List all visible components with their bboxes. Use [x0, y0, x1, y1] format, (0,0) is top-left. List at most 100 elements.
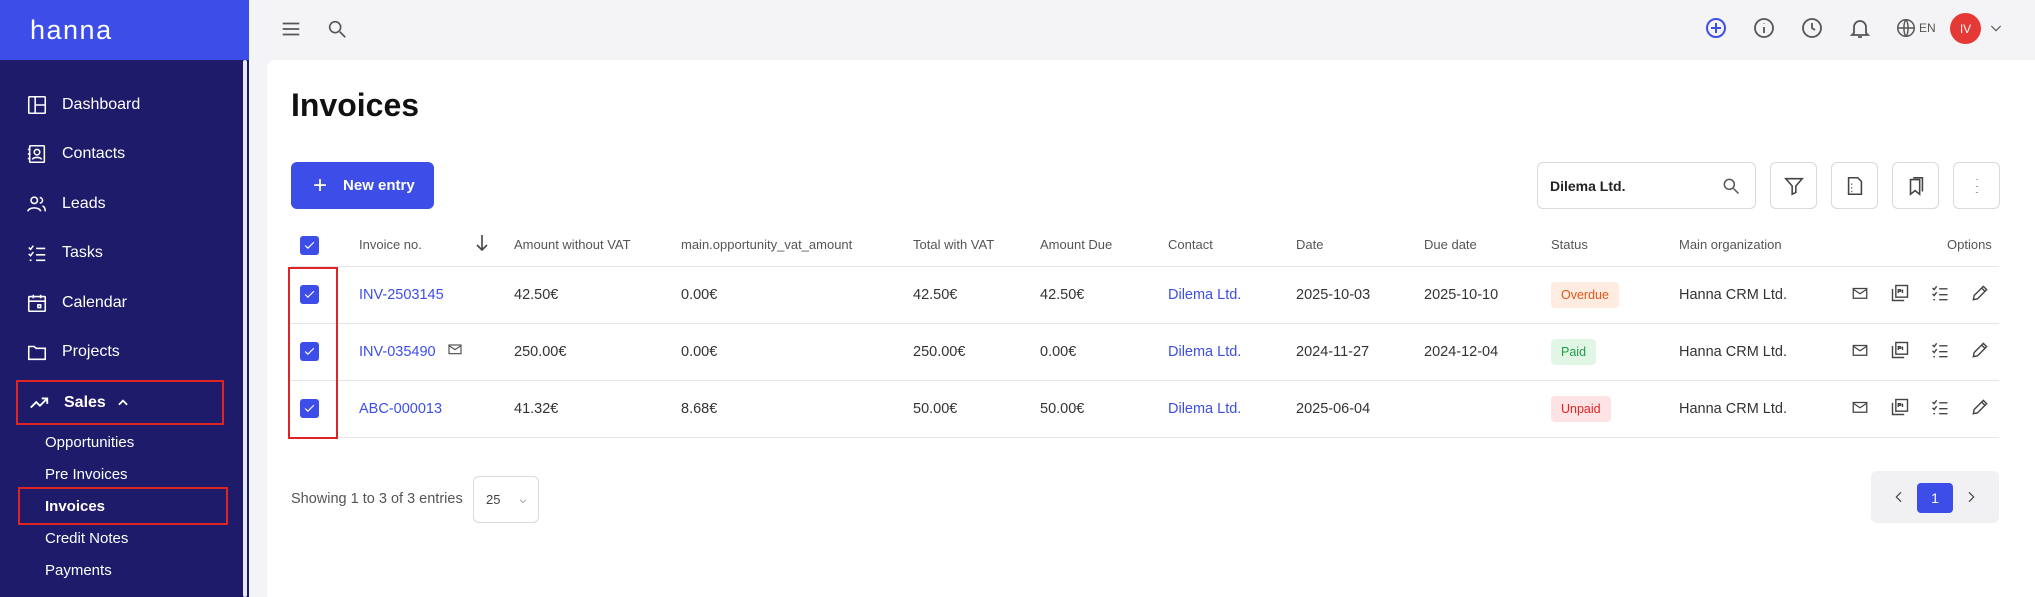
- more-options-button[interactable]: [1953, 162, 2000, 209]
- vat-amount: 0.00€: [681, 344, 718, 360]
- per-page-value: 25: [486, 492, 501, 507]
- checklist-icon[interactable]: [1920, 340, 1960, 360]
- sidebar-subitem-pre-invoices[interactable]: Pre Invoices: [45, 466, 128, 483]
- status-badge: Paid: [1551, 339, 1597, 365]
- invoice-number-link[interactable]: ABC-000013: [359, 401, 442, 417]
- sidebar-subitem-opportunities[interactable]: Opportunities: [45, 434, 134, 451]
- file-icon: [1844, 175, 1866, 197]
- vat-amount: 8.68€: [681, 401, 718, 417]
- header-due-date[interactable]: Due date: [1424, 237, 1477, 252]
- edit-icon[interactable]: [1960, 340, 2000, 360]
- menu-icon[interactable]: [280, 18, 302, 40]
- amount-due: 50.00€: [1040, 401, 1085, 417]
- invoices-highlight: [18, 487, 228, 525]
- select-all-checkbox[interactable]: [300, 236, 319, 255]
- add-circle-icon[interactable]: [1704, 16, 1728, 40]
- pdf-icon[interactable]: [1880, 283, 1920, 303]
- clock-icon[interactable]: [1800, 16, 1824, 40]
- avatar[interactable]: IV: [1950, 13, 1981, 44]
- bookmarks-icon: [1905, 175, 1927, 197]
- edit-icon[interactable]: [1960, 397, 2000, 417]
- sidebar-item-leads[interactable]: Leads: [0, 179, 240, 229]
- sidebar-item-sales[interactable]: Sales: [16, 380, 224, 425]
- contact-link[interactable]: Dilema Ltd.: [1168, 344, 1241, 360]
- row-actions: [1840, 340, 2000, 360]
- search-input[interactable]: Dilema Ltd.: [1537, 162, 1756, 209]
- row-actions: [1840, 397, 2000, 417]
- export-button[interactable]: [1831, 162, 1878, 209]
- page-button-current[interactable]: 1: [1917, 483, 1953, 513]
- language-switch[interactable]: EN: [1895, 17, 1936, 39]
- checklist-icon[interactable]: [1920, 283, 1960, 303]
- sidebar-item-contacts[interactable]: Contacts: [0, 130, 240, 180]
- vat-amount: 0.00€: [681, 287, 718, 303]
- sidebar-item-label: Dashboard: [62, 95, 141, 113]
- search-value: Dilema Ltd.: [1550, 177, 1626, 194]
- filter-button[interactable]: [1770, 162, 1817, 209]
- amount-without-vat: 42.50€: [514, 287, 559, 303]
- new-entry-label: New entry: [343, 177, 415, 194]
- mail-icon[interactable]: [1840, 397, 1880, 417]
- globe-icon: [1895, 17, 1917, 39]
- info-icon[interactable]: [1752, 16, 1776, 40]
- table-row[interactable]: INV-035490 250.00€ 0.00€ 250.00€ 0.00€ D…: [291, 324, 1999, 381]
- total-with-vat: 250.00€: [913, 344, 966, 360]
- sidebar-item-calendar[interactable]: Calendar: [0, 278, 240, 328]
- mail-icon[interactable]: [1840, 340, 1880, 360]
- search-icon[interactable]: [326, 18, 348, 40]
- pdf-icon[interactable]: [1880, 340, 1920, 360]
- mail-icon[interactable]: [1840, 283, 1880, 303]
- leads-icon: [26, 193, 48, 215]
- brand-logo[interactable]: hanna: [0, 0, 249, 60]
- header-amount-without-vat[interactable]: Amount without VAT: [514, 237, 631, 252]
- amount-without-vat: 41.32€: [514, 401, 559, 417]
- sidebar-item-projects[interactable]: Projects: [0, 328, 240, 378]
- sidebar-subitem-payments[interactable]: Payments: [45, 562, 112, 579]
- table-row[interactable]: INV-2503145 42.50€ 0.00€ 42.50€ 42.50€ D…: [291, 267, 1999, 324]
- sidebar-item-dashboard[interactable]: Dashboard: [0, 80, 240, 130]
- new-entry-button[interactable]: + New entry: [291, 162, 434, 209]
- per-page-select[interactable]: 25: [473, 476, 539, 523]
- pdf-icon[interactable]: [1880, 397, 1920, 417]
- pagination: 1: [1871, 471, 1999, 523]
- prev-page-icon[interactable]: [1891, 488, 1907, 511]
- contact-link[interactable]: Dilema Ltd.: [1168, 401, 1241, 417]
- sidebar-scrollbar[interactable]: [243, 60, 247, 597]
- sort-desc-icon[interactable]: [475, 233, 489, 256]
- header-vat-amount[interactable]: main.opportunity_vat_amount: [681, 237, 852, 252]
- header-main-organization[interactable]: Main organization: [1679, 237, 1782, 252]
- entries-info: Showing 1 to 3 of 3 entries: [291, 491, 463, 507]
- bell-icon[interactable]: [1848, 16, 1872, 40]
- search-icon[interactable]: [1721, 176, 1741, 199]
- header-total-with-vat[interactable]: Total with VAT: [913, 237, 994, 252]
- filter-icon: [1783, 175, 1805, 197]
- contact-link[interactable]: Dilema Ltd.: [1168, 287, 1241, 303]
- invoice-number-link[interactable]: INV-035490: [359, 344, 436, 360]
- sidebar: hanna Dashboard Contacts Leads Tasks Cal…: [0, 0, 249, 597]
- total-with-vat: 42.50€: [913, 287, 958, 303]
- next-page-icon[interactable]: [1963, 488, 1979, 511]
- checklist-icon[interactable]: [1920, 397, 1960, 417]
- header-amount-due[interactable]: Amount Due: [1040, 237, 1112, 252]
- folder-icon: [26, 341, 48, 363]
- trending-up-icon: [28, 392, 50, 414]
- sidebar-item-label: Leads: [62, 194, 106, 212]
- amount-without-vat: 250.00€: [514, 344, 567, 360]
- sidebar-item-label: Projects: [62, 343, 120, 361]
- header-contact[interactable]: Contact: [1168, 237, 1213, 252]
- page-title: Invoices: [291, 87, 420, 123]
- header-status[interactable]: Status: [1551, 237, 1588, 252]
- header-date[interactable]: Date: [1296, 237, 1323, 252]
- chevron-down-icon[interactable]: [1988, 20, 2004, 36]
- table-row[interactable]: ABC-000013 41.32€ 8.68€ 50.00€ 50.00€ Di…: [291, 381, 1999, 438]
- mail-sent-icon: [447, 341, 463, 361]
- header-invoice-no[interactable]: Invoice no.: [359, 237, 422, 252]
- saved-views-button[interactable]: [1892, 162, 1939, 209]
- header-options: Options: [1947, 237, 1992, 252]
- sidebar-item-tasks[interactable]: Tasks: [0, 229, 240, 279]
- sidebar-item-label: Sales: [64, 393, 106, 411]
- sidebar-subitem-credit-notes[interactable]: Credit Notes: [45, 530, 128, 547]
- invoice-number-link[interactable]: INV-2503145: [359, 287, 444, 303]
- amount-due: 42.50€: [1040, 287, 1085, 303]
- edit-icon[interactable]: [1960, 283, 2000, 303]
